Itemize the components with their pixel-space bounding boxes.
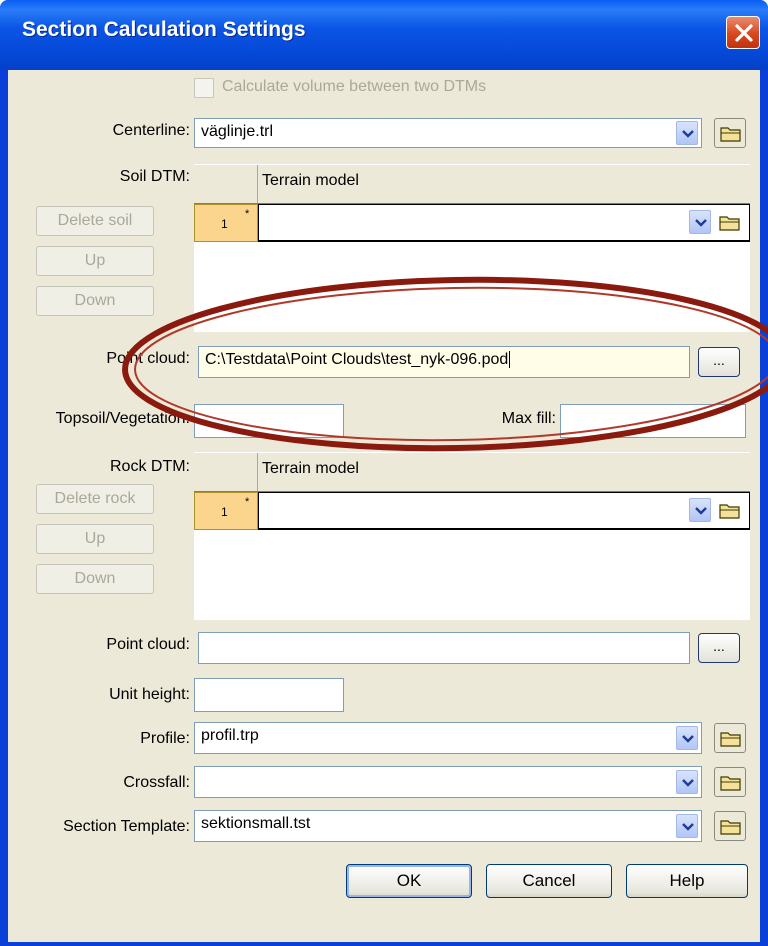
centerline-browse-button[interactable] [714, 118, 746, 148]
profile-value: profil.trp [201, 727, 259, 744]
rock-dtm-row-header[interactable]: 1 * [194, 492, 258, 530]
section-template-combo[interactable]: sektionsmall.tst [194, 810, 702, 842]
dialog-window: Section Calculation Settings Calculate v… [0, 0, 768, 946]
unit-height-field[interactable] [194, 678, 344, 712]
title-bar[interactable]: Section Calculation Settings [0, 0, 768, 70]
help-button[interactable]: Help [626, 864, 748, 898]
soil-point-cloud-label: Point cloud: [106, 350, 190, 367]
ok-button[interactable]: OK [346, 864, 472, 898]
crossfall-dropdown-button[interactable] [676, 770, 698, 794]
folder-icon [720, 127, 741, 142]
rock-dtm-grid: Terrain model 1 * [194, 452, 750, 620]
soil-dtm-label: Soil DTM: [119, 168, 190, 185]
close-icon [735, 24, 753, 42]
soil-up-button[interactable]: Up [36, 246, 154, 276]
topsoil-field[interactable] [194, 404, 344, 438]
soil-down-button[interactable]: Down [36, 286, 154, 316]
rock-point-cloud-field[interactable] [198, 632, 690, 664]
soil-dtm-terrain-cell[interactable] [258, 204, 750, 242]
unit-height-label: Unit height: [109, 686, 190, 703]
section-template-value: sektionsmall.tst [201, 815, 311, 832]
cancel-button[interactable]: Cancel [486, 864, 612, 898]
rock-dtm-dropdown-button[interactable] [689, 498, 711, 522]
soil-dtm-grid: Terrain model 1 * [194, 164, 750, 332]
profile-browse-button[interactable] [714, 723, 746, 753]
soil-dtm-row-header[interactable]: 1 * [194, 204, 258, 242]
delete-soil-button[interactable]: Delete soil [36, 206, 154, 236]
chevron-down-icon [682, 823, 694, 831]
dialog-body: Calculate volume between two DTMs Center… [8, 70, 760, 942]
soil-point-cloud-browse-button[interactable]: ... [698, 347, 740, 377]
folder-icon [720, 820, 741, 835]
rock-dtm-grid-corner [194, 453, 258, 491]
folder-icon [720, 732, 741, 747]
rock-down-button[interactable]: Down [36, 564, 154, 594]
soil-dtm-dropdown-button[interactable] [689, 210, 711, 234]
crossfall-label: Crossfall: [123, 774, 190, 791]
section-template-label: Section Template: [63, 818, 190, 835]
profile-label: Profile: [140, 730, 190, 747]
rock-dtm-grid-header: Terrain model [194, 452, 750, 492]
soil-dtm-grid-header: Terrain model [194, 164, 750, 204]
centerline-label: Centerline: [112, 122, 190, 139]
chevron-down-icon [695, 219, 707, 227]
folder-icon[interactable] [719, 214, 741, 232]
rock-dtm-label: Rock DTM: [110, 458, 190, 475]
profile-dropdown-button[interactable] [676, 726, 698, 750]
rock-point-cloud-browse-button[interactable]: ... [698, 633, 740, 663]
delete-rock-button[interactable]: Delete rock [36, 484, 154, 514]
window-title: Section Calculation Settings [22, 18, 306, 41]
chevron-down-icon [682, 779, 694, 787]
max-fill-label: Max fill: [501, 410, 556, 427]
close-button[interactable] [726, 16, 760, 49]
topsoil-label: Topsoil/Vegetation: [55, 410, 190, 427]
profile-combo[interactable]: profil.trp [194, 722, 702, 754]
centerline-value: väglinje.trl [201, 123, 274, 140]
calc-volume-checkbox[interactable] [194, 78, 214, 98]
section-template-browse-button[interactable] [714, 811, 746, 841]
rock-point-cloud-label: Point cloud: [106, 636, 190, 653]
max-fill-field[interactable] [560, 404, 746, 438]
chevron-down-icon [682, 130, 694, 138]
crossfall-combo[interactable] [194, 766, 702, 798]
rock-dtm-terrain-cell[interactable] [258, 492, 750, 530]
soil-dtm-column-header: Terrain model [262, 172, 359, 189]
rock-dtm-column-header: Terrain model [262, 460, 359, 477]
chevron-down-icon [682, 735, 694, 743]
chevron-down-icon [695, 507, 707, 515]
soil-dtm-grid-corner [194, 165, 258, 203]
centerline-combo[interactable]: väglinje.trl [194, 118, 702, 148]
crossfall-browse-button[interactable] [714, 767, 746, 797]
centerline-dropdown-button[interactable] [676, 121, 698, 145]
rock-up-button[interactable]: Up [36, 524, 154, 554]
section-template-dropdown-button[interactable] [676, 814, 698, 838]
folder-icon [720, 776, 741, 791]
calc-volume-label: Calculate volume between two DTMs [222, 78, 487, 95]
folder-icon[interactable] [719, 502, 741, 520]
soil-point-cloud-field[interactable]: C:\Testdata\Point Clouds\test_nyk-096.po… [198, 346, 690, 378]
